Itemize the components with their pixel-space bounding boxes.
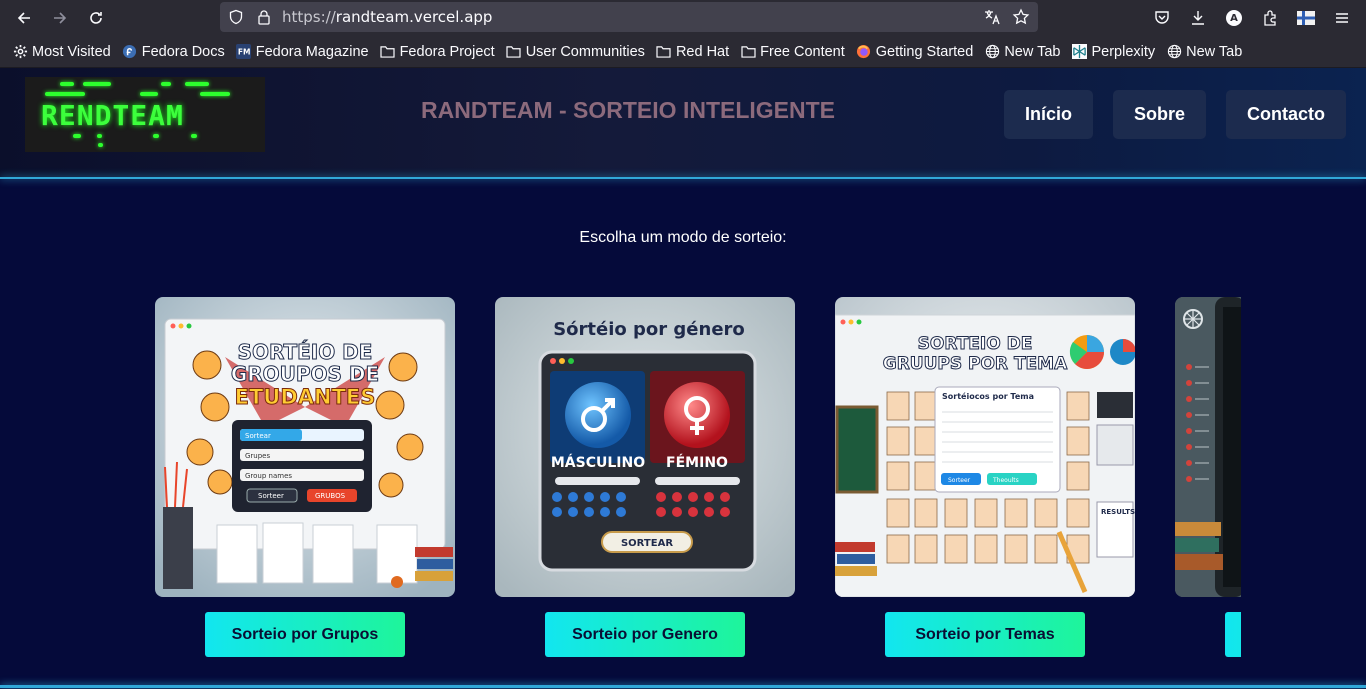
fm-icon: FM bbox=[236, 44, 252, 60]
bookmark-label: Fedora Magazine bbox=[255, 43, 369, 60]
folder-icon bbox=[740, 44, 756, 60]
svg-text:Grupes: Grupes bbox=[245, 452, 270, 460]
translate-icon[interactable] bbox=[982, 7, 1002, 27]
logo-text: RENDTEAM bbox=[41, 99, 184, 132]
folder-icon bbox=[380, 44, 396, 60]
folder-icon bbox=[656, 44, 672, 60]
bookmark-star-icon[interactable] bbox=[1011, 7, 1031, 27]
temas-panel-title: Sortéiocos por Tema bbox=[942, 391, 1034, 401]
female-label: FÉMINO bbox=[666, 454, 728, 471]
nav-contacto[interactable]: Contacto bbox=[1226, 90, 1346, 139]
card-grupos-image: SORTÉIO DE GROUPOS DE ETUDANTES Sortear … bbox=[155, 297, 455, 597]
shield-icon[interactable] bbox=[226, 7, 246, 27]
bookmark-label: New Tab bbox=[1186, 43, 1243, 60]
perplexity-icon bbox=[1071, 44, 1087, 60]
bookmark-label: Perplexity bbox=[1091, 43, 1156, 60]
svg-text:SORTÉIO DE: SORTÉIO DE bbox=[238, 340, 373, 364]
bookmark-new-tab-2[interactable]: New Tab bbox=[1166, 44, 1242, 60]
bookmark-free-content[interactable]: Free Content bbox=[740, 44, 845, 60]
bookmark-label: New Tab bbox=[1004, 43, 1061, 60]
svg-text:Sórtéio por género: Sórtéio por género bbox=[553, 319, 745, 340]
bookmark-label: Free Content bbox=[760, 43, 845, 60]
extensions-icon[interactable] bbox=[1258, 6, 1282, 30]
bookmark-user-communities[interactable]: User Communities bbox=[506, 44, 645, 60]
pocket-icon[interactable] bbox=[1150, 6, 1174, 30]
card-partial-image bbox=[1175, 297, 1241, 597]
svg-text:Group names: Group names bbox=[245, 472, 292, 480]
folder-icon bbox=[506, 44, 522, 60]
bookmark-fedora-project[interactable]: Fedora Project bbox=[380, 44, 495, 60]
btn-sorteio-partial[interactable] bbox=[1225, 612, 1241, 657]
bookmark-perplexity[interactable]: Perplexity bbox=[1071, 44, 1155, 60]
bookmark-label: User Communities bbox=[525, 43, 645, 60]
bookmark-label: Getting Started bbox=[875, 43, 974, 60]
card-temas-image: SORTEIO DE GRUUPS POR TEMA Sortéiocos po… bbox=[835, 297, 1135, 597]
temas-results-btn: Theoults bbox=[992, 477, 1019, 484]
temas-sorteer: Sorteer bbox=[948, 477, 971, 484]
reload-button[interactable] bbox=[83, 5, 109, 31]
intro-text: Escolha um modo de sorteio: bbox=[579, 229, 787, 246]
forward-button[interactable] bbox=[47, 5, 73, 31]
svg-text:ETUDANTES: ETUDANTES bbox=[235, 385, 376, 409]
globe-icon bbox=[984, 44, 1000, 60]
svg-text:FM: FM bbox=[238, 47, 251, 56]
nav-inicio[interactable]: Início bbox=[1004, 90, 1093, 139]
bookmark-new-tab[interactable]: New Tab bbox=[984, 44, 1060, 60]
url-bar[interactable]: https://randteam.vercel.app bbox=[220, 2, 1038, 32]
bookmark-fedora-docs[interactable]: Fedora Docs bbox=[122, 44, 225, 60]
bookmark-label: Most Visited bbox=[32, 43, 111, 60]
nav-sobre[interactable]: Sobre bbox=[1113, 90, 1206, 139]
temas-results-label: RESULTS bbox=[1101, 508, 1135, 516]
firefox-icon bbox=[856, 44, 872, 60]
bookmarks-bar: Most Visited Fedora Docs FM Fedora Magaz… bbox=[0, 36, 1366, 68]
card-genero-image: Sórtéio por género MÁSCULINO FÉMINO SORT… bbox=[495, 297, 795, 597]
globe-icon bbox=[1166, 44, 1182, 60]
downloads-icon[interactable] bbox=[1186, 6, 1210, 30]
footer-divider bbox=[0, 685, 1366, 688]
btn-sorteio-grupos[interactable]: Sorteio por Grupos bbox=[205, 612, 405, 657]
male-label: MÁSCULINO bbox=[551, 454, 645, 471]
bookmark-red-hat[interactable]: Red Hat bbox=[656, 44, 729, 60]
mode-carousel: SORTÉIO DE GROUPOS DE ETUDANTES Sortear … bbox=[125, 297, 1241, 667]
account-avatar-icon[interactable]: A bbox=[1222, 6, 1246, 30]
bookmark-label: Fedora Project bbox=[399, 43, 495, 60]
sortear-label: SORTEAR bbox=[621, 538, 673, 549]
fedora-icon bbox=[122, 44, 138, 60]
site-title: RANDTEAM - SORTEIO INTELIGENTE bbox=[421, 97, 835, 123]
page: RENDTEAM RANDTEAM - SORTEIO INTELIGENTE … bbox=[0, 68, 1366, 689]
header-divider bbox=[0, 177, 1366, 179]
bookmark-label: Fedora Docs bbox=[141, 43, 225, 60]
svg-text:GRUBOS: GRUBOS bbox=[315, 492, 346, 500]
menu-icon[interactable] bbox=[1330, 6, 1354, 30]
svg-text:Sorteer: Sorteer bbox=[258, 492, 284, 500]
lock-icon[interactable] bbox=[254, 7, 274, 27]
svg-text:Sortear: Sortear bbox=[245, 432, 271, 440]
back-button[interactable] bbox=[11, 5, 37, 31]
btn-sorteio-temas[interactable]: Sorteio por Temas bbox=[885, 612, 1085, 657]
svg-text:GRUUPS POR TEMA: GRUUPS POR TEMA bbox=[883, 354, 1068, 374]
bookmark-most-visited[interactable]: Most Visited bbox=[12, 44, 111, 60]
site-header: RENDTEAM RANDTEAM - SORTEIO INTELIGENTE … bbox=[0, 68, 1366, 178]
bookmark-fedora-magazine[interactable]: FM Fedora Magazine bbox=[236, 44, 369, 60]
flag-extension-icon[interactable] bbox=[1294, 6, 1318, 30]
browser-toolbar: https://randteam.vercel.app A bbox=[0, 0, 1366, 36]
btn-sorteio-genero[interactable]: Sorteio por Genero bbox=[545, 612, 745, 657]
gear-icon bbox=[12, 44, 28, 60]
svg-text:GROUPOS DE: GROUPOS DE bbox=[231, 362, 379, 386]
svg-text:SORTEIO DE: SORTEIO DE bbox=[918, 334, 1033, 354]
bookmark-getting-started[interactable]: Getting Started bbox=[856, 43, 974, 60]
bookmark-label: Red Hat bbox=[675, 43, 730, 60]
url-text[interactable]: https://randteam.vercel.app bbox=[282, 8, 492, 26]
site-logo[interactable]: RENDTEAM bbox=[25, 77, 265, 152]
